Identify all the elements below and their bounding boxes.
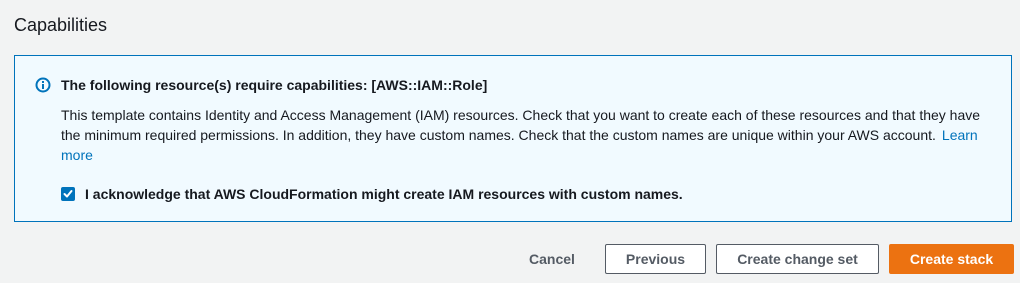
capabilities-description-text: This template contains Identity and Acce… bbox=[61, 107, 981, 143]
previous-button[interactable]: Previous bbox=[605, 244, 706, 274]
create-change-set-button[interactable]: Create change set bbox=[716, 244, 879, 274]
acknowledge-row[interactable]: I acknowledge that AWS CloudFormation mi… bbox=[61, 184, 683, 204]
acknowledge-label[interactable]: I acknowledge that AWS CloudFormation mi… bbox=[85, 184, 683, 204]
acknowledge-checkbox[interactable] bbox=[61, 187, 75, 201]
capabilities-info-panel: The following resource(s) require capabi… bbox=[14, 55, 1012, 222]
checkmark-icon bbox=[63, 190, 73, 198]
capabilities-description: This template contains Identity and Acce… bbox=[61, 105, 1001, 165]
create-stack-button[interactable]: Create stack bbox=[889, 244, 1014, 274]
cancel-button[interactable]: Cancel bbox=[520, 244, 584, 274]
capabilities-heading: The following resource(s) require capabi… bbox=[61, 77, 488, 93]
section-title: Capabilities bbox=[14, 15, 108, 35]
info-icon bbox=[35, 77, 51, 93]
